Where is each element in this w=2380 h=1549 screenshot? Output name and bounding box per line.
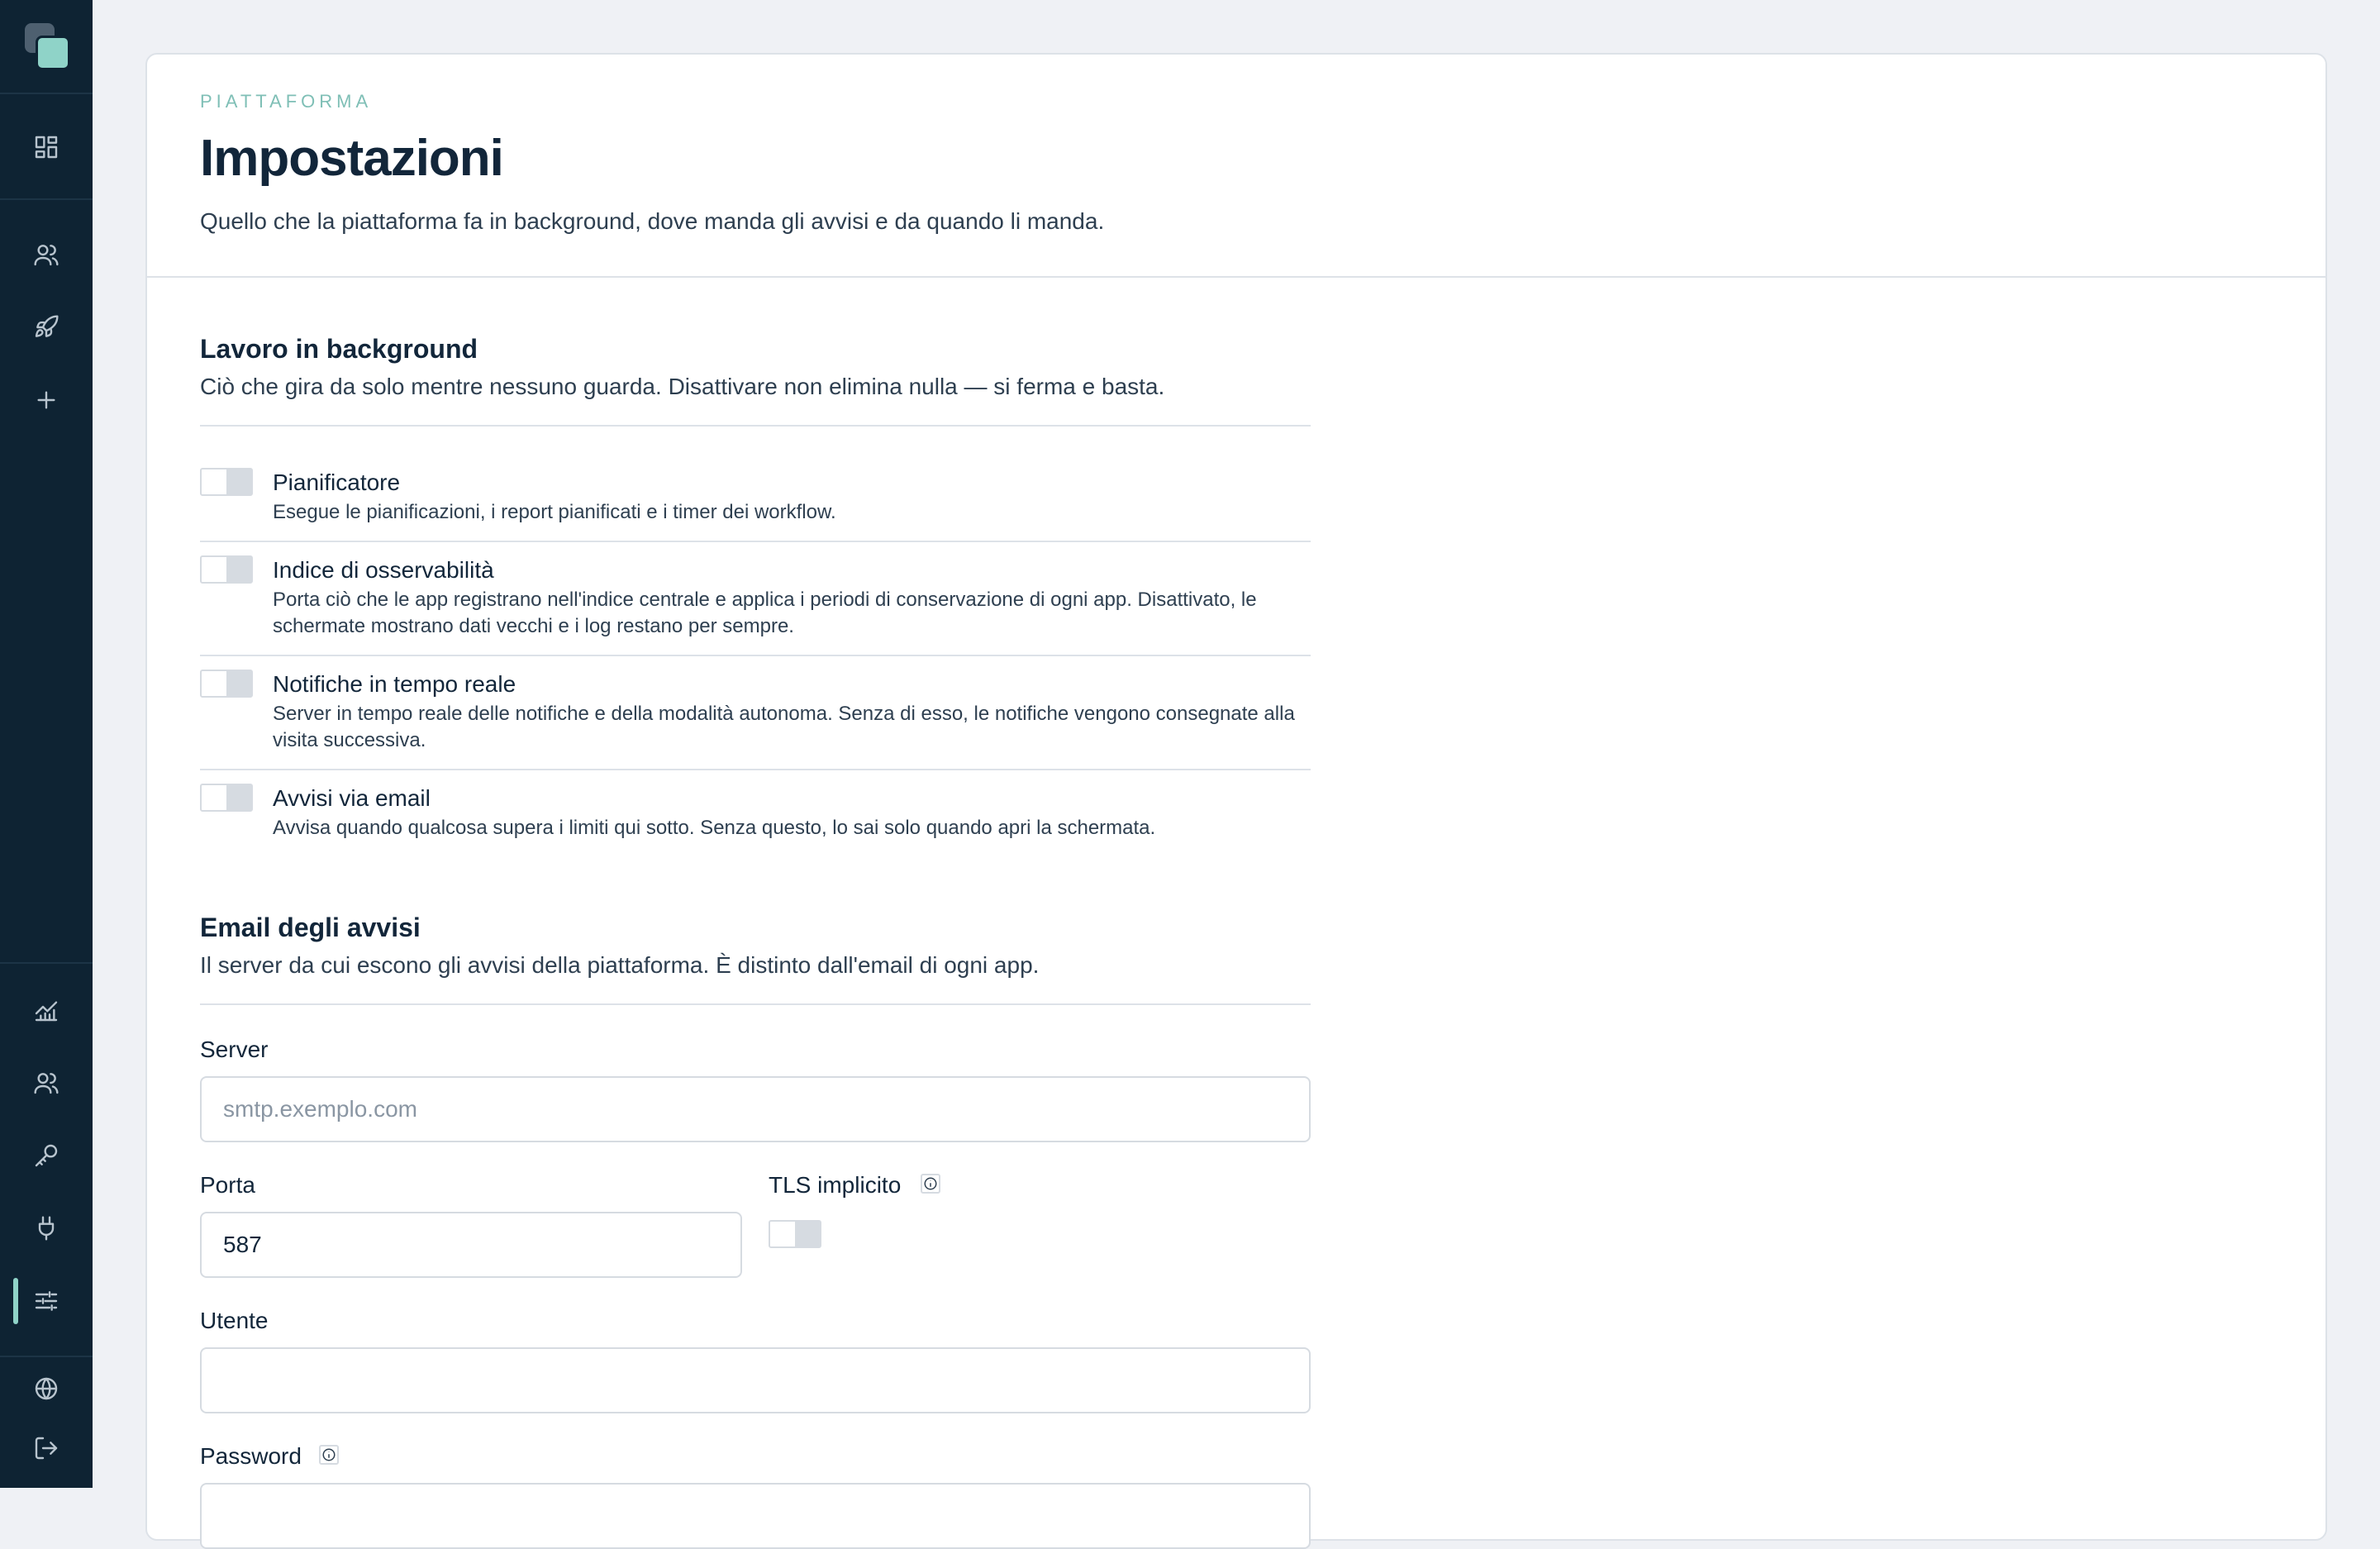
password-label: Password <box>200 1443 302 1469</box>
password-input[interactable] <box>200 1483 1311 1549</box>
server-input[interactable] <box>200 1076 1311 1142</box>
sidebar-divider <box>0 1356 93 1357</box>
port-input[interactable] <box>200 1212 742 1278</box>
page-kicker: PIATTAFORMA <box>200 91 373 112</box>
sidebar <box>0 0 93 1488</box>
realtime-notifications-title: Notifiche in tempo reale <box>273 671 516 697</box>
plug-icon[interactable] <box>30 1212 63 1245</box>
toggle-knob <box>226 785 251 810</box>
toggle-knob <box>226 469 251 494</box>
tls-info-icon[interactable] <box>921 1174 940 1194</box>
alert-email-section-description: Il server da cui escono gli avvisi della… <box>200 952 1040 978</box>
chart-icon[interactable] <box>30 994 63 1027</box>
option-divider <box>200 655 1311 656</box>
team-icon[interactable] <box>30 1066 63 1099</box>
user-label: Utente <box>200 1308 269 1333</box>
sidebar-divider <box>0 93 93 94</box>
alert-email-section-title: Email degli avvisi <box>200 913 421 942</box>
port-label: Porta <box>200 1172 255 1198</box>
scheduler-description: Esegue le pianificazioni, i report piani… <box>273 501 836 523</box>
email-alerts-toggle[interactable] <box>200 784 253 812</box>
scheduler-toggle[interactable] <box>200 468 253 496</box>
section-divider <box>200 1003 1311 1005</box>
page-title: Impostazioni <box>200 130 504 187</box>
logout-icon[interactable] <box>30 1432 63 1465</box>
globe-icon[interactable] <box>30 1372 63 1405</box>
email-alerts-description: Avvisa quando qualcosa supera i limiti q… <box>273 817 1156 839</box>
realtime-notifications-description: Server in tempo reale delle notifiche e … <box>273 703 1295 751</box>
password-info-icon[interactable] <box>319 1445 339 1465</box>
email-alerts-title: Avvisi via email <box>273 785 431 811</box>
option-divider <box>200 541 1311 542</box>
toggle-knob <box>795 1222 820 1246</box>
app-logo[interactable] <box>23 21 71 70</box>
sidebar-divider <box>0 962 93 964</box>
observability-index-toggle[interactable] <box>200 555 253 584</box>
observability-index-description: Porta ciò che le app registrano nell'ind… <box>273 589 1257 637</box>
tls-toggle[interactable] <box>769 1220 821 1248</box>
toggle-knob <box>226 671 251 696</box>
key-icon[interactable] <box>30 1139 63 1172</box>
page-subtitle: Quello che la piattaforma fa in backgrou… <box>200 208 1105 234</box>
sliders-icon[interactable] <box>30 1284 63 1318</box>
observability-index-title: Indice di osservabilità <box>273 557 494 583</box>
sidebar-active-indicator <box>13 1278 18 1324</box>
tls-label: TLS implicito <box>769 1172 902 1198</box>
option-divider <box>200 769 1311 770</box>
toggle-knob <box>226 557 251 582</box>
sidebar-divider <box>0 198 93 200</box>
background-section-title: Lavoro in background <box>200 334 478 364</box>
users-icon[interactable] <box>30 238 63 271</box>
page-header: PIATTAFORMA Impostazioni Quello che la p… <box>147 55 2325 278</box>
scheduler-title: Pianificatore <box>273 469 401 495</box>
rocket-icon[interactable] <box>30 311 63 344</box>
dashboard-icon[interactable] <box>30 131 63 164</box>
server-label: Server <box>200 1037 269 1062</box>
section-divider <box>200 425 1311 427</box>
logo-shape-front <box>36 36 70 70</box>
background-section-description: Ciò che gira da solo mentre nessuno guar… <box>200 374 1165 399</box>
plus-icon[interactable] <box>30 384 63 417</box>
settings-card: PIATTAFORMA Impostazioni Quello che la p… <box>145 53 2327 1549</box>
user-input[interactable] <box>200 1347 1311 1413</box>
realtime-notifications-toggle[interactable] <box>200 670 253 698</box>
